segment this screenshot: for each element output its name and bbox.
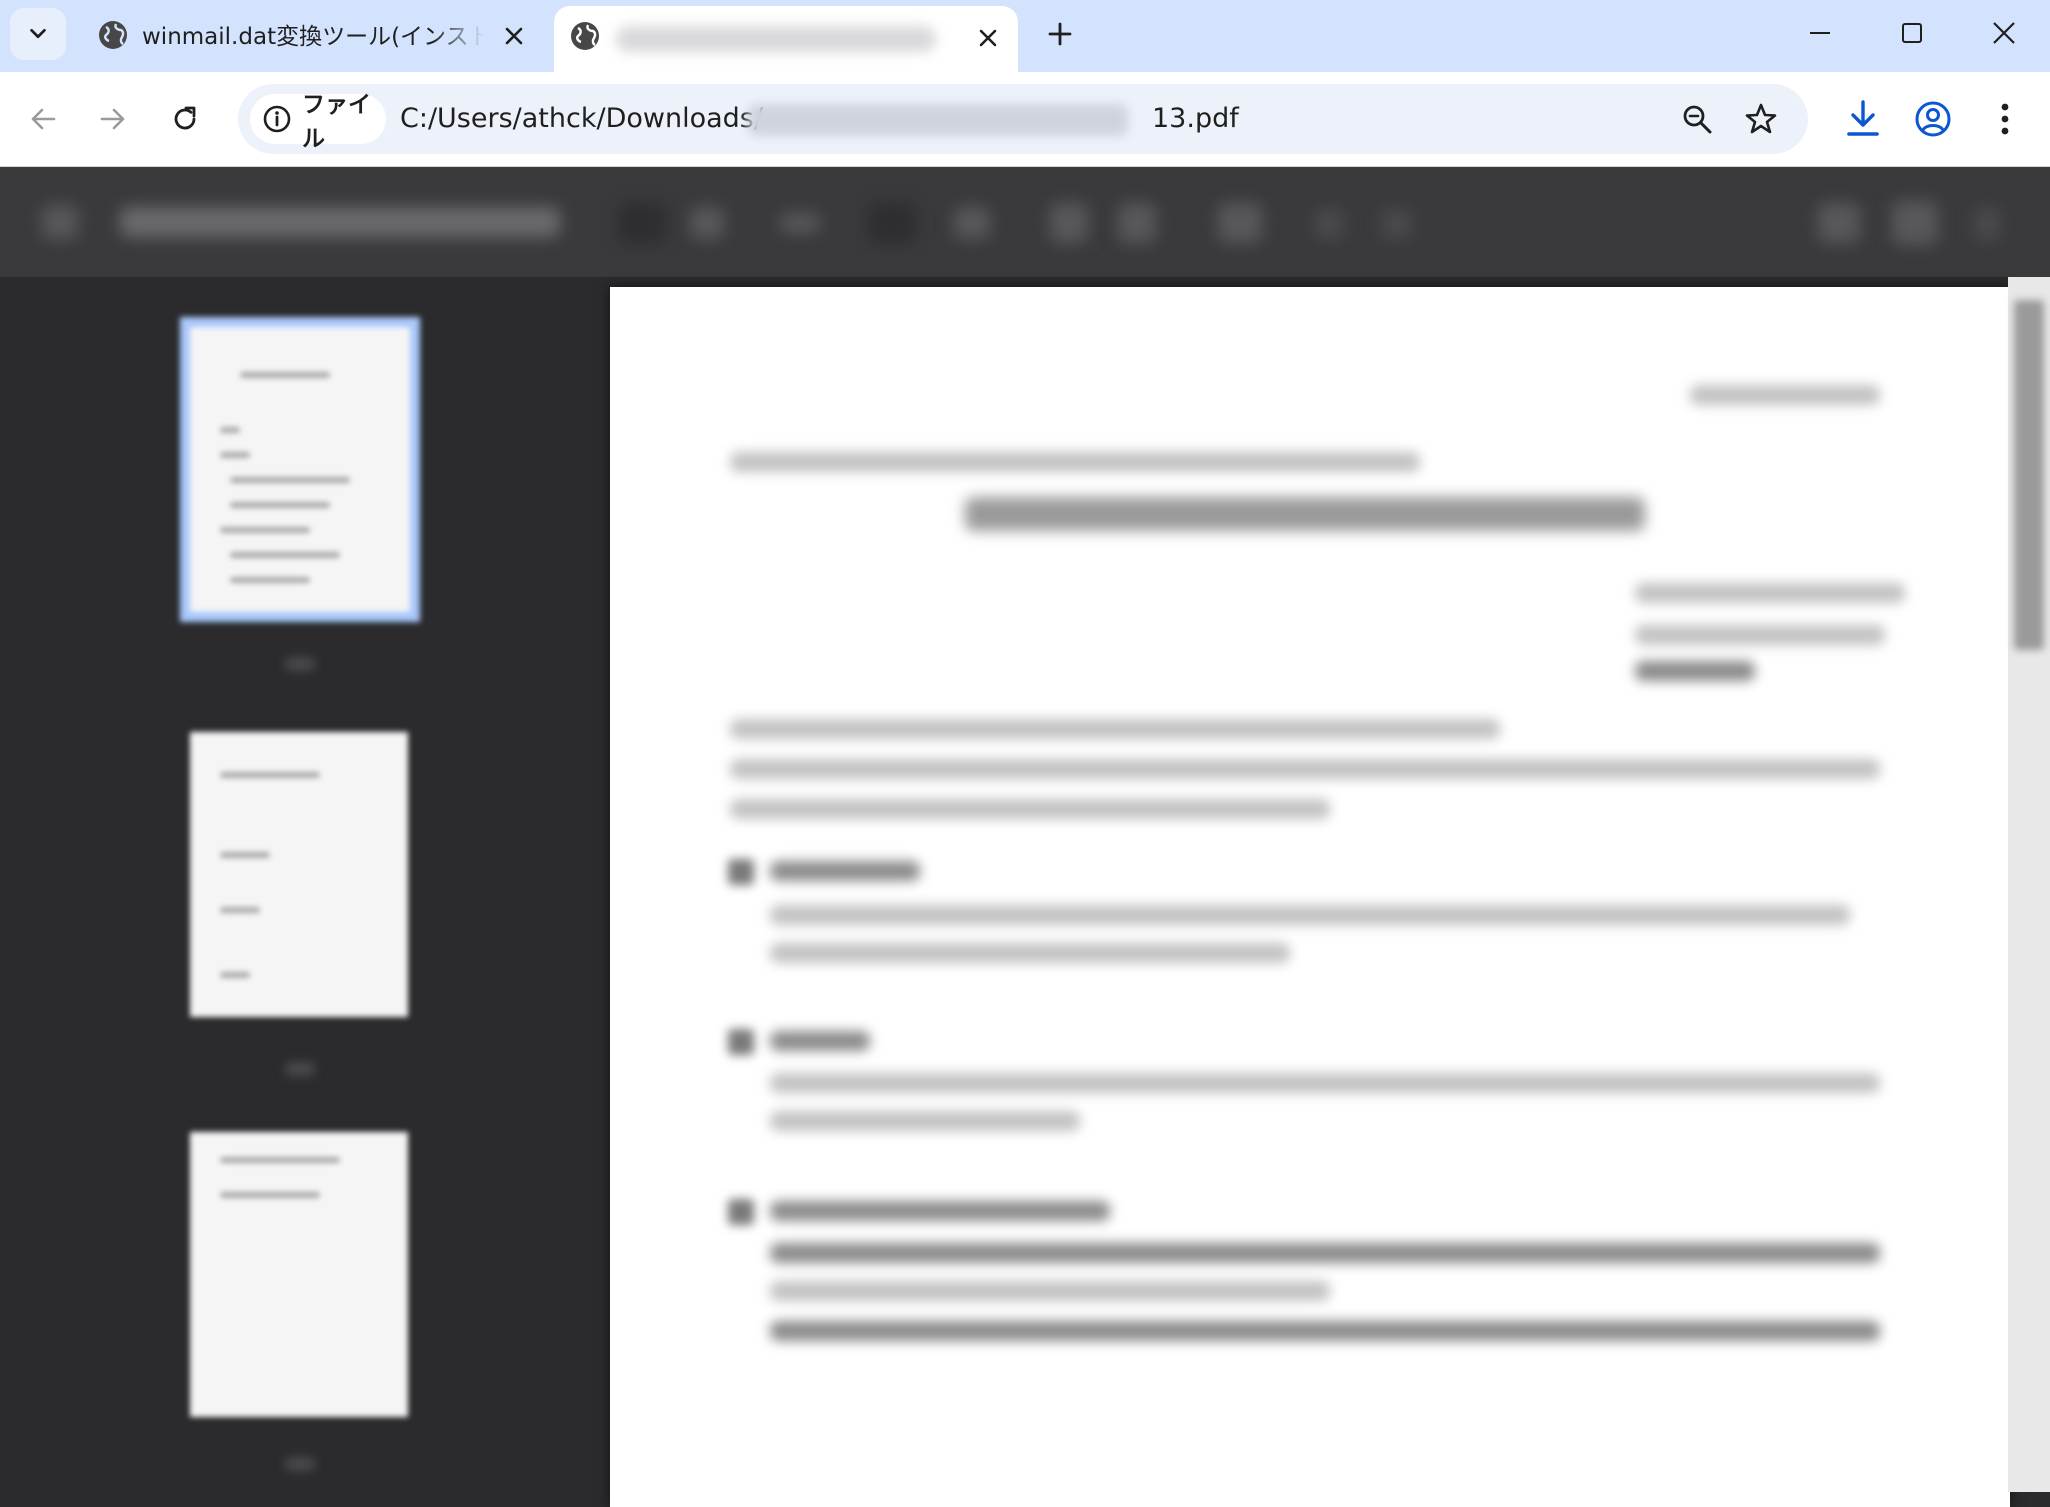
minimize-icon bbox=[1809, 22, 1831, 44]
globe-icon bbox=[96, 18, 130, 52]
undo-icon[interactable] bbox=[1314, 209, 1344, 239]
section-heading bbox=[770, 1201, 1110, 1221]
text-line bbox=[1690, 385, 1880, 405]
page-number-label bbox=[285, 1457, 315, 1471]
text-line bbox=[770, 905, 1850, 925]
scheme-label: ファイル bbox=[302, 92, 371, 152]
url-prefix: C:/Users/athck/Downloads/ bbox=[400, 103, 763, 134]
fit-page-icon[interactable] bbox=[1050, 203, 1088, 243]
tab-title-redacted bbox=[616, 26, 936, 52]
text-line bbox=[730, 452, 1420, 472]
chevron-down-icon bbox=[27, 23, 49, 45]
pdf-toolbar bbox=[0, 167, 2050, 277]
more-actions-icon[interactable] bbox=[1974, 207, 2000, 241]
rotate-icon[interactable] bbox=[1118, 203, 1156, 243]
page-number-input[interactable] bbox=[618, 203, 666, 243]
section-heading bbox=[770, 861, 920, 881]
new-tab-button[interactable] bbox=[1038, 12, 1082, 56]
section-heading bbox=[770, 1031, 870, 1051]
text-line bbox=[1635, 661, 1755, 681]
pdf-viewer[interactable] bbox=[600, 277, 2050, 1507]
reload-icon bbox=[170, 104, 200, 134]
annotate-icon[interactable] bbox=[1218, 203, 1262, 243]
zoom-icon[interactable] bbox=[1674, 96, 1720, 142]
back-button[interactable] bbox=[18, 94, 68, 144]
section-bullet bbox=[728, 1029, 754, 1055]
site-info-chip[interactable]: ファイル bbox=[250, 92, 386, 152]
minimize-button[interactable] bbox=[1774, 0, 1866, 66]
profile-button[interactable] bbox=[1906, 92, 1960, 146]
text-line bbox=[770, 1073, 1880, 1093]
window-close-button[interactable] bbox=[1958, 0, 2050, 66]
text-line bbox=[770, 1243, 1880, 1263]
page-thumbnail-2[interactable] bbox=[190, 732, 408, 1017]
page-count-text bbox=[690, 207, 724, 239]
print-icon[interactable] bbox=[1892, 201, 1938, 245]
text-line bbox=[770, 1321, 1880, 1341]
sidebar-toggle-icon[interactable] bbox=[42, 205, 78, 239]
kebab-menu-icon bbox=[2000, 102, 2010, 136]
star-icon[interactable] bbox=[1738, 96, 1784, 142]
scrollbar-thumb[interactable] bbox=[2014, 300, 2044, 650]
close-icon[interactable] bbox=[970, 20, 1006, 56]
zoom-in-icon[interactable] bbox=[954, 207, 990, 239]
zoom-input[interactable] bbox=[868, 203, 916, 243]
document-title bbox=[965, 497, 1645, 531]
reload-button[interactable] bbox=[160, 94, 210, 144]
tab-pdf[interactable] bbox=[554, 6, 1018, 72]
close-icon[interactable] bbox=[496, 18, 532, 54]
tab-winmail[interactable]: winmail.dat変換ツール(インストール不要) bbox=[84, 4, 544, 68]
page-number-label bbox=[285, 1062, 315, 1076]
zoom-out-icon[interactable] bbox=[780, 213, 820, 233]
tab-search-button[interactable] bbox=[10, 8, 66, 60]
globe-icon bbox=[568, 19, 602, 53]
maximize-icon bbox=[1901, 22, 1923, 44]
download-pdf-icon[interactable] bbox=[1818, 203, 1860, 243]
text-line bbox=[1635, 583, 1905, 603]
section-bullet bbox=[728, 859, 754, 885]
text-line bbox=[730, 799, 1330, 819]
profile-icon bbox=[1914, 100, 1952, 138]
plus-icon bbox=[1048, 22, 1072, 46]
close-icon bbox=[1992, 21, 2016, 45]
tab-title: winmail.dat変換ツール(インストール不要) bbox=[142, 24, 484, 50]
redo-icon[interactable] bbox=[1382, 209, 1412, 239]
menu-button[interactable] bbox=[1978, 92, 2032, 146]
text-line bbox=[730, 759, 1880, 779]
section-bullet bbox=[728, 1199, 754, 1225]
maximize-button[interactable] bbox=[1866, 0, 1958, 66]
text-line bbox=[770, 943, 1290, 963]
arrow-left-icon bbox=[29, 105, 57, 133]
url-suffix: 13.pdf bbox=[1152, 103, 1239, 134]
url-redacted bbox=[748, 104, 1128, 136]
thumbnail-sidebar bbox=[0, 277, 600, 1492]
downloads-button[interactable] bbox=[1836, 92, 1890, 146]
pdf-page bbox=[610, 287, 2010, 1507]
arrow-right-icon bbox=[99, 105, 127, 133]
tab-strip: winmail.dat変換ツール(インストール不要) bbox=[0, 0, 2050, 72]
page-thumbnail-1[interactable] bbox=[190, 327, 410, 612]
page-number-label bbox=[285, 657, 315, 671]
address-bar[interactable]: ファイル C:/Users/athck/Downloads/ 13.pdf bbox=[238, 84, 1808, 154]
download-icon bbox=[1844, 99, 1882, 139]
browser-toolbar: ファイル C:/Users/athck/Downloads/ 13.pdf bbox=[0, 72, 2050, 167]
text-line bbox=[770, 1111, 1080, 1131]
forward-button[interactable] bbox=[88, 94, 138, 144]
pdf-title-redacted bbox=[120, 207, 560, 237]
info-icon bbox=[262, 104, 292, 134]
page-thumbnail-3[interactable] bbox=[190, 1132, 408, 1417]
text-line bbox=[1635, 625, 1885, 645]
text-line bbox=[770, 1281, 1330, 1301]
text-line bbox=[730, 719, 1500, 739]
